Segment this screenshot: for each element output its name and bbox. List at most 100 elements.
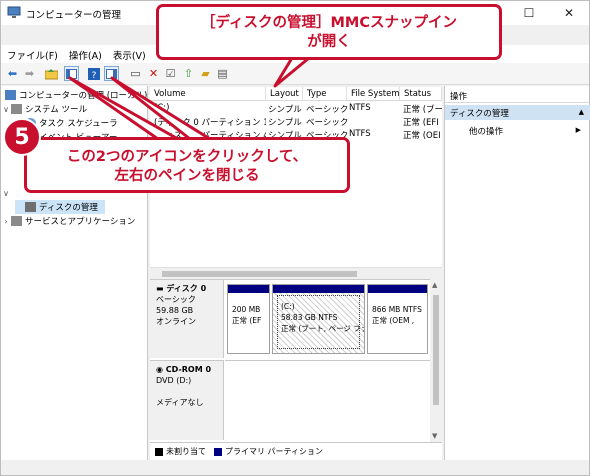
action-section-label: ディスクの管理: [450, 109, 509, 119]
status-cell: 正常 (ブー: [403, 105, 442, 115]
column-header-layout[interactable]: Layout: [266, 87, 303, 101]
layout-cell: シンプル: [268, 105, 302, 115]
services-icon: [11, 216, 22, 226]
properties-icon[interactable]: ▤: [215, 66, 230, 81]
help-icon[interactable]: ?: [86, 66, 101, 81]
cd-drive-icon: ◉: [156, 365, 166, 374]
close-button[interactable]: ✕: [549, 1, 589, 25]
forward-arrow-icon[interactable]: ➡: [22, 66, 37, 81]
legend-unallocated: 未割り当て: [166, 447, 206, 456]
callout-main-line2: 左右のペインを閉じる: [114, 168, 260, 184]
cdrom-0-state: メディアなし: [156, 398, 204, 407]
primary-partition-bar: [273, 285, 364, 293]
cdrom-0-name: ◉ CD-ROM 0: [156, 365, 212, 374]
maximize-button[interactable]: ☐: [509, 1, 549, 25]
table-row[interactable]: (ディスク 0 パーティション 1) シンプル ベーシック 正常 (EFI: [150, 116, 442, 128]
scrollbar-thumb[interactable]: [433, 295, 439, 405]
back-arrow-icon[interactable]: ⬅: [5, 66, 20, 81]
disk-icon: [25, 202, 36, 212]
menu-file[interactable]: ファイル(F): [1, 45, 63, 63]
partition-oem[interactable]: 866 MB NTFS 正常 (OEM ,: [367, 284, 428, 354]
volume-cell: (ディスク 0 パーティション 1): [154, 118, 266, 128]
column-header-volume[interactable]: Volume: [150, 87, 266, 101]
tree-item-root[interactable]: コンピューターの管理 (ローカル): [1, 88, 147, 102]
column-header-type[interactable]: Type: [303, 87, 347, 101]
tree-item-services[interactable]: › サービスとアプリケーション: [1, 214, 135, 228]
expand-chevron-icon[interactable]: ∨: [1, 105, 11, 114]
action-pane: 操作 ディスクの管理 ▲ 他の操作 ▶: [444, 86, 590, 460]
primary-partition-bar: [368, 285, 427, 293]
partition-c-status: 正常 (ブート, ページ ファ: [281, 324, 365, 333]
scrollbar-thumb[interactable]: [162, 271, 357, 277]
collapse-triangle-icon[interactable]: ▲: [579, 108, 584, 116]
disk-0-label[interactable]: ▬ ディスク 0 ベーシック 59.88 GB オンライン: [150, 280, 224, 358]
toolbar: ⬅ ➡ ? ▭ ✕ ☑ ⇧ ▰ ▤: [1, 63, 589, 85]
svg-text:?: ?: [91, 71, 96, 80]
status-cell: 正常 (EFI: [403, 118, 439, 128]
up-folder-icon[interactable]: [44, 66, 59, 81]
step-number-badge: 5: [3, 118, 41, 156]
tree-item-storage[interactable]: ∨: [1, 186, 11, 200]
connect-icon[interactable]: ▭: [128, 66, 143, 81]
scroll-down-icon[interactable]: ▼: [432, 432, 437, 440]
callout-close-panes: この2つのアイコンをクリックして、 左右のペインを閉じる: [24, 137, 350, 193]
up-arrow-icon[interactable]: ⇧: [181, 66, 196, 81]
window-title: コンピューターの管理: [26, 10, 122, 21]
tree-item-disk-management[interactable]: ディスクの管理: [15, 200, 105, 214]
horizontal-scrollbar[interactable]: [150, 267, 442, 279]
cdrom-0-label[interactable]: ◉ CD-ROM 0 DVD (D:) メディアなし: [150, 360, 224, 440]
menu-view[interactable]: 表示(V): [107, 45, 151, 63]
type-cell: ベーシック: [306, 105, 348, 115]
checklist-icon[interactable]: ☑: [163, 66, 178, 81]
legend-primary: プライマリ パーティション: [225, 447, 324, 456]
partition-oem-status: 正常 (OEM ,: [372, 316, 415, 325]
partition-c-text: (C:) 58.83 GB NTFS 正常 (ブート, ページ ファ: [281, 301, 365, 334]
unallocated-swatch: [155, 447, 163, 456]
delete-icon[interactable]: ✕: [146, 66, 161, 81]
action-pane-header: 操作: [445, 87, 590, 103]
callout-main-line1: この2つのアイコンをクリックして、: [66, 149, 308, 165]
cdrom-0-area[interactable]: [225, 360, 430, 443]
tree-label-disk-management: ディスクの管理: [39, 203, 98, 213]
column-header-status[interactable]: Status: [400, 87, 442, 101]
show-hide-action-pane-icon[interactable]: [104, 66, 119, 81]
volume-cell: (C:): [154, 103, 170, 113]
partition-c[interactable]: (C:) 58.83 GB NTFS 正常 (ブート, ページ ファ: [272, 284, 365, 354]
status-cell: 正常 (OEI: [403, 131, 441, 141]
partition-efi-status: 正常 (EF: [232, 316, 262, 325]
partition-c-size: 58.83 GB NTFS: [281, 313, 338, 322]
tree-label-task-scheduler: タスク スケジューラ: [39, 119, 118, 129]
tree-label-services: サービスとアプリケーション: [25, 217, 136, 227]
disk-drive-icon: ▬: [156, 284, 167, 293]
disk-0-name: ▬ ディスク 0: [156, 284, 207, 293]
tools-icon: [11, 104, 22, 114]
column-header-file-system[interactable]: File System: [347, 87, 400, 101]
disk-0-state: オンライン: [156, 317, 196, 326]
action-more-actions[interactable]: 他の操作: [469, 125, 503, 137]
primary-partition-bar: [228, 285, 269, 293]
folder-open-icon[interactable]: ▰: [198, 66, 213, 81]
expand-chevron-icon[interactable]: ∨: [1, 189, 11, 198]
scroll-up-icon[interactable]: ▲: [432, 281, 437, 289]
callout-disk-management-opens: ［ディスクの管理］MMCスナップイン が開く: [156, 4, 502, 60]
mmc-window: コンピューターの管理 — ☐ ✕ ファイル(F) 操作(A) 表示(V) ヘル …: [0, 0, 590, 476]
partition-legend: 未割り当て プライマリ パーティション: [150, 442, 442, 460]
tree-item-system-tools[interactable]: ∨ システム ツール: [1, 102, 87, 116]
table-row[interactable]: (C:) シンプル ベーシック NTFS 正常 (ブー: [150, 103, 442, 115]
menu-action[interactable]: 操作(A): [63, 45, 107, 63]
collapse-chevron-icon[interactable]: ›: [1, 217, 11, 226]
vertical-scrollbar[interactable]: ▲ ▼: [430, 279, 442, 442]
partition-efi[interactable]: 200 MB 正常 (EF: [227, 284, 270, 354]
filesystem-cell: NTFS: [349, 129, 371, 139]
submenu-arrow-icon: ▶: [575, 126, 581, 134]
show-hide-console-tree-icon[interactable]: [64, 66, 79, 81]
disk-graphical-view: ▬ ディスク 0 ベーシック 59.88 GB オンライン 200 MB 正常 …: [150, 279, 430, 443]
computer-icon: [5, 90, 16, 100]
callout-top-line2: が開く: [307, 34, 351, 50]
type-cell: ベーシック: [306, 118, 348, 128]
action-section-disk-management[interactable]: ディスクの管理 ▲: [445, 105, 590, 120]
partition-c-label: (C:): [281, 302, 295, 311]
tree-label-root: コンピューターの管理 (ローカル): [19, 91, 148, 101]
layout-cell: シンプル: [268, 118, 302, 128]
disk-0-size: 59.88 GB: [156, 306, 194, 315]
